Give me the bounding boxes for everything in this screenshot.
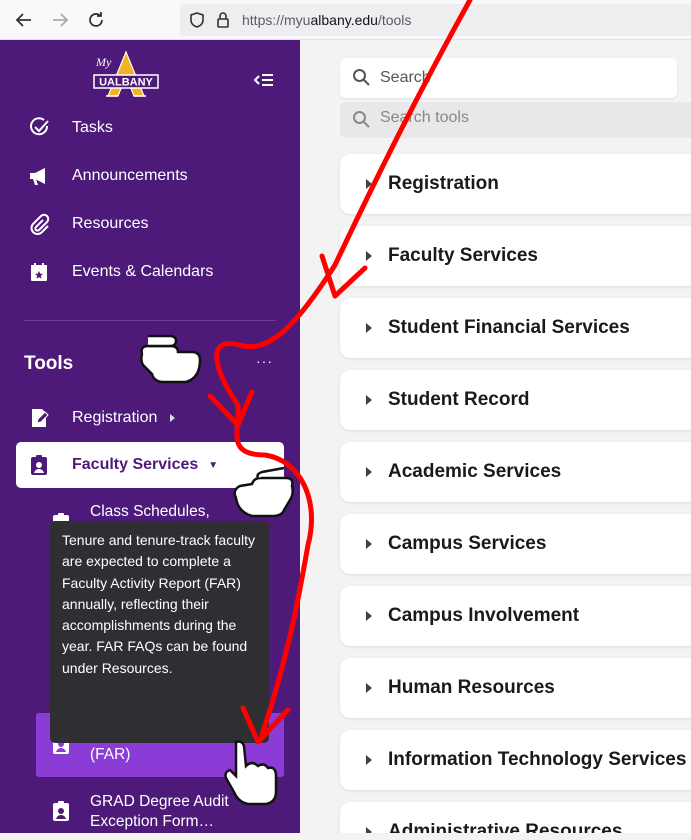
chevron-right-icon — [170, 414, 176, 422]
nav-item-events[interactable]: Events & Calendars — [28, 258, 213, 286]
main-content: Search Search tools Registration Faculty… — [300, 40, 691, 833]
nav-item-label: Tasks — [72, 119, 113, 136]
category-label: Campus Services — [388, 533, 547, 554]
expand-triangle-icon — [366, 683, 372, 693]
sidebar-tool-faculty-services[interactable]: Faculty Services ▼ — [16, 442, 284, 488]
category-label: Information Technology Services — [388, 749, 687, 770]
caret-down-icon: ▼ — [208, 459, 219, 471]
category-card[interactable]: Faculty Services — [340, 226, 691, 286]
expand-triangle-icon — [366, 251, 372, 261]
category-card[interactable]: Campus Involvement — [340, 586, 691, 646]
search-icon — [353, 111, 370, 128]
url-text: https://myualbany.edu/tools — [242, 12, 411, 28]
sidebar-tool-label: Registration — [72, 409, 158, 426]
browser-toolbar: https://myualbany.edu/tools — [0, 0, 691, 40]
category-label: Student Financial Services — [388, 317, 630, 338]
edit-document-icon — [32, 409, 49, 427]
expand-triangle-icon — [366, 755, 372, 765]
search-placeholder: Search — [380, 69, 431, 86]
url-prefix: https://myu — [242, 12, 311, 28]
tools-heading: Tools — [24, 353, 74, 374]
nav-item-tasks[interactable]: Tasks — [28, 114, 113, 142]
nav-item-label: Resources — [72, 215, 149, 232]
logo-my: My — [95, 55, 112, 69]
nav-item-resources[interactable]: Resources — [28, 210, 148, 238]
url-domain: albany.edu — [310, 12, 378, 28]
category-card[interactable]: Student Financial Services — [340, 298, 691, 358]
expand-triangle-icon — [366, 467, 372, 477]
myualbany-logo[interactable]: UALBANY My — [92, 50, 160, 113]
clipboard-user-icon — [53, 801, 69, 821]
sidebar-tool-label: Faculty Services — [72, 456, 199, 473]
category-card[interactable]: Academic Services — [340, 442, 691, 502]
url-bar[interactable]: https://myualbany.edu/tools — [180, 4, 691, 36]
back-icon[interactable] — [12, 8, 36, 32]
url-path: /tools — [377, 12, 412, 28]
logo-name: UALBANY — [99, 77, 153, 89]
nav-item-label: Announcements — [72, 167, 188, 184]
search-tools-placeholder: Search tools — [380, 109, 469, 126]
expand-triangle-icon — [366, 179, 372, 189]
tools-more-button[interactable]: ··· — [256, 353, 273, 369]
sidebar: UALBANY My Tasks Announcements Resources… — [0, 40, 300, 833]
category-label: Campus Involvement — [388, 605, 580, 626]
category-label: Student Record — [388, 389, 530, 410]
category-card[interactable]: Campus Services — [340, 514, 691, 574]
check-circle-icon — [30, 117, 49, 136]
expand-triangle-icon — [366, 539, 372, 549]
category-card[interactable]: Student Record — [340, 370, 691, 430]
expand-triangle-icon — [366, 323, 372, 333]
search-tools-input[interactable]: Search tools — [340, 102, 691, 138]
category-card[interactable]: Administrative Resources — [340, 802, 691, 833]
category-label: Faculty Services — [388, 245, 538, 266]
forward-icon[interactable] — [48, 8, 72, 32]
search-icon — [353, 69, 370, 86]
sidebar-tool-registration[interactable]: Registration — [28, 404, 179, 432]
nav-item-label: Events & Calendars — [72, 263, 214, 280]
megaphone-icon — [30, 168, 45, 185]
category-card[interactable]: Human Resources — [340, 658, 691, 718]
expand-triangle-icon — [366, 611, 372, 621]
sidebar-divider — [24, 320, 276, 321]
shield-icon[interactable] — [188, 11, 206, 29]
reload-icon[interactable] — [84, 8, 108, 32]
calendar-star-icon — [31, 263, 47, 281]
far-tooltip: Tenure and tenure-track faculty are expe… — [50, 521, 269, 743]
expand-triangle-icon — [366, 827, 372, 833]
nav-item-announcements[interactable]: Announcements — [28, 162, 188, 190]
expand-triangle-icon — [366, 395, 372, 405]
search-input[interactable]: Search — [340, 58, 677, 98]
sidebar-subtool-label: Class Schedules, — [90, 503, 210, 520]
category-label: Registration — [388, 173, 499, 194]
category-card[interactable]: Information Technology Services — [340, 730, 691, 790]
category-label: Human Resources — [388, 677, 555, 698]
clipboard-user-icon — [31, 455, 47, 475]
collapse-sidebar-icon[interactable] — [252, 68, 276, 92]
sidebar-subtool-label: GRAD Degree Audit Exception Form… — [90, 793, 229, 830]
category-label: Academic Services — [388, 461, 562, 482]
paperclip-icon — [30, 213, 50, 235]
category-label: Administrative Resources — [388, 821, 623, 833]
category-card[interactable]: Registration — [340, 154, 691, 214]
lock-icon[interactable] — [214, 11, 232, 29]
